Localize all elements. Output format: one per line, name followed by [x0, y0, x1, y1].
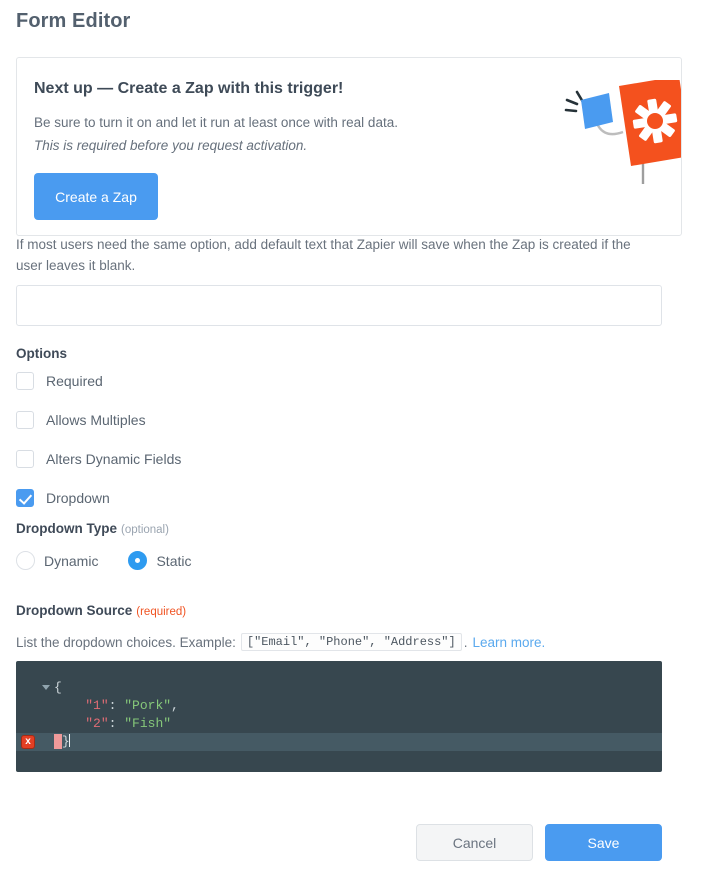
code-value-1: "Pork" — [124, 698, 172, 713]
checkbox-label-allows-multiples: Allows Multiples — [46, 412, 146, 428]
dropdown-type-optional-tag: (optional) — [121, 524, 169, 536]
code-gutter-4: x — [16, 733, 54, 751]
radio-static[interactable] — [128, 551, 148, 570]
radio-label-dynamic: Dynamic — [44, 552, 99, 569]
code-key-1: "1" — [85, 698, 109, 713]
code-line-2[interactable]: "1": "Pork", — [16, 697, 662, 715]
code-line-1-content: { — [54, 680, 62, 695]
dropdown-type-radio-group: Dynamic Static — [16, 551, 221, 570]
dropdown-source-hint-period: . — [463, 634, 468, 650]
dropdown-source-heading: Dropdown Source (required) — [16, 603, 186, 618]
default-value-helper-text: If most users need the same option, add … — [16, 237, 631, 273]
checkbox-row-dropdown[interactable]: Dropdown — [16, 489, 110, 507]
banner-subtitle: Be sure to turn it on and let it run at … — [34, 115, 398, 130]
cancel-button[interactable]: Cancel — [416, 824, 533, 861]
checkbox-label-alters-dynamic-fields: Alters Dynamic Fields — [46, 451, 182, 467]
page-title: Form Editor — [16, 10, 131, 32]
banner-title: Next up — Create a Zap with this trigger… — [34, 80, 344, 97]
checkbox-required[interactable] — [16, 372, 34, 390]
code-line-3-text: "2": "Fish" — [85, 716, 172, 731]
learn-more-link[interactable]: Learn more. — [472, 635, 545, 650]
checkbox-label-dropdown: Dropdown — [46, 490, 110, 506]
zapier-megaphone-illustration — [564, 80, 681, 184]
code-line-3[interactable]: "2": "Fish" — [16, 715, 662, 733]
radio-item-dynamic[interactable]: Dynamic — [16, 551, 98, 570]
dropdown-type-heading-text: Dropdown Type — [16, 521, 117, 536]
banner-note: This is required before you request acti… — [34, 138, 308, 153]
code-gutter-2 — [16, 697, 54, 715]
default-value-input[interactable] — [16, 285, 662, 326]
checkbox-row-alters-dynamic-fields[interactable]: Alters Dynamic Fields — [16, 450, 181, 468]
dropdown-source-heading-text: Dropdown Source — [16, 603, 133, 618]
checkbox-dropdown[interactable] — [16, 489, 34, 507]
dropdown-source-hint: List the dropdown choices. Example: ["Em… — [16, 633, 545, 651]
code-line-4-text: } — [54, 733, 70, 751]
code-gutter-1 — [16, 679, 54, 697]
code-line-2-text: "1": "Pork", — [85, 698, 179, 713]
code-line-1[interactable]: { — [16, 679, 662, 697]
save-button[interactable]: Save — [545, 824, 662, 861]
dropdown-source-code-editor[interactable]: { "1": "Pork", "2": "Fish" x } — [16, 661, 662, 772]
checkbox-row-required[interactable]: Required — [16, 372, 103, 390]
options-heading: Options — [16, 346, 67, 361]
code-value-2: "Fish" — [124, 716, 172, 731]
radio-label-static: Static — [156, 552, 192, 569]
code-line-4[interactable]: x } — [16, 733, 662, 751]
checkbox-allows-multiples[interactable] — [16, 411, 34, 429]
dropdown-type-heading: Dropdown Type (optional) — [16, 521, 169, 536]
radio-item-static[interactable]: Static — [128, 551, 191, 570]
code-selection-highlight — [54, 734, 62, 749]
code-key-2: "2" — [85, 716, 109, 731]
next-up-banner: Next up — Create a Zap with this trigger… — [16, 57, 682, 236]
dropdown-source-required-tag: (required) — [136, 606, 187, 618]
checkbox-label-required: Required — [46, 373, 103, 389]
checkbox-row-allows-multiples[interactable]: Allows Multiples — [16, 411, 146, 429]
radio-dynamic[interactable] — [16, 551, 35, 570]
fold-arrow-icon[interactable] — [42, 685, 50, 690]
dropdown-source-hint-prefix: List the dropdown choices. Example: — [16, 634, 236, 650]
form-editor-page: Form Editor If most users need the same … — [0, 0, 701, 880]
text-caret — [68, 734, 70, 747]
code-line-1-text: { — [54, 679, 62, 697]
create-a-zap-button[interactable]: Create a Zap — [34, 173, 158, 220]
error-x-icon[interactable]: x — [21, 735, 35, 749]
code-gutter-3 — [16, 715, 54, 733]
checkbox-alters-dynamic-fields[interactable] — [16, 450, 34, 468]
dropdown-source-example-code: ["Email", "Phone", "Address"] — [240, 633, 462, 651]
